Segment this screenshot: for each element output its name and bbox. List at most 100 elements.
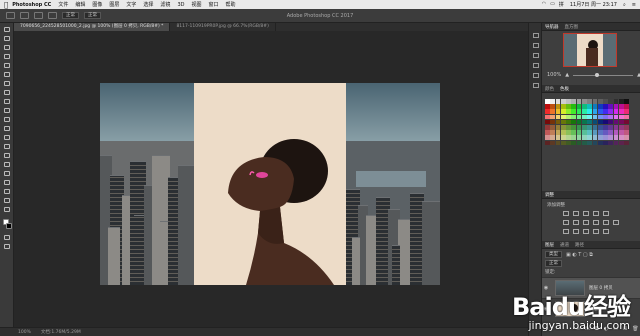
healing-tool-icon[interactable] bbox=[4, 81, 10, 86]
info-panel-icon[interactable] bbox=[533, 83, 539, 88]
swatch-chip[interactable] bbox=[592, 130, 598, 135]
swatch-chip[interactable] bbox=[545, 109, 550, 114]
swatch-chip[interactable] bbox=[608, 130, 614, 135]
swatch-chip[interactable] bbox=[613, 135, 619, 140]
swatch-chip[interactable] bbox=[613, 109, 619, 114]
swatch-chip[interactable] bbox=[550, 119, 555, 125]
swatch-chip[interactable] bbox=[613, 99, 619, 104]
swatch-chip[interactable] bbox=[608, 140, 614, 146]
shape-tool-icon[interactable] bbox=[4, 180, 10, 185]
menu-3d[interactable]: 3D bbox=[177, 2, 184, 8]
gradient-tool-icon[interactable] bbox=[4, 126, 10, 131]
swatch-chip[interactable] bbox=[624, 135, 629, 140]
app-menu[interactable]: Photoshop CC bbox=[12, 2, 51, 8]
swatch-chip[interactable] bbox=[576, 119, 582, 125]
swatch-chip[interactable] bbox=[619, 140, 624, 146]
tab-navigator[interactable]: 导航器 bbox=[545, 24, 559, 30]
swatch-chip[interactable] bbox=[566, 135, 571, 140]
swatch-chip[interactable] bbox=[587, 104, 592, 109]
brush-tool-icon[interactable] bbox=[4, 90, 10, 95]
swatch-chip[interactable] bbox=[603, 104, 608, 109]
swatch-chip[interactable] bbox=[566, 119, 571, 125]
swatch-chip[interactable] bbox=[576, 114, 582, 120]
battery-icon[interactable]: ▭ bbox=[550, 1, 555, 8]
swatch-chip[interactable] bbox=[566, 99, 571, 104]
swatch-chip[interactable] bbox=[587, 140, 592, 146]
swatch-chip[interactable] bbox=[571, 114, 577, 120]
menu-image[interactable]: 图像 bbox=[92, 1, 102, 8]
curves-icon[interactable] bbox=[583, 211, 589, 216]
swatch-chip[interactable] bbox=[597, 109, 603, 114]
swatch-chip[interactable] bbox=[582, 135, 587, 140]
swatch-chip[interactable] bbox=[571, 124, 577, 130]
swatch-chip[interactable] bbox=[597, 124, 603, 130]
swatch-chip[interactable] bbox=[624, 109, 629, 114]
vibrance-icon[interactable] bbox=[603, 211, 609, 216]
swatch-chip[interactable] bbox=[608, 119, 614, 125]
zoom-slider[interactable] bbox=[573, 72, 634, 77]
input-method-icon[interactable]: 拼 bbox=[559, 1, 564, 8]
stamp-tool-icon[interactable] bbox=[4, 99, 10, 104]
swatch-chip[interactable] bbox=[613, 124, 619, 130]
swatch-chip[interactable] bbox=[555, 130, 561, 135]
menu-window[interactable]: 窗口 bbox=[208, 1, 218, 8]
swatch-chip[interactable] bbox=[550, 109, 555, 114]
subtract-selection-icon[interactable] bbox=[48, 12, 57, 19]
navigator-thumbnail[interactable] bbox=[563, 33, 617, 67]
swatch-chip[interactable] bbox=[545, 140, 550, 146]
swatch-chip[interactable] bbox=[555, 124, 561, 130]
swatch-chip[interactable] bbox=[619, 99, 624, 104]
canvas-area[interactable] bbox=[14, 31, 528, 327]
delete-layer-icon[interactable]: 🗑 bbox=[632, 326, 638, 332]
swatch-chip[interactable] bbox=[613, 114, 619, 120]
swatch-chip[interactable] bbox=[624, 99, 629, 104]
menu-filter[interactable]: 滤镜 bbox=[160, 1, 170, 8]
swatch-chip[interactable] bbox=[555, 114, 561, 120]
swatch-chip[interactable] bbox=[555, 140, 561, 146]
swatch-chip[interactable] bbox=[560, 124, 566, 130]
swatch-chip[interactable] bbox=[624, 124, 629, 130]
tab-swatches[interactable]: 色板 bbox=[560, 86, 569, 92]
swatch-chip[interactable] bbox=[582, 119, 587, 125]
history-panel-icon[interactable] bbox=[533, 33, 539, 38]
swatch-chip[interactable] bbox=[624, 140, 629, 146]
swatch-chip[interactable] bbox=[560, 119, 566, 125]
swatch-chip[interactable] bbox=[571, 119, 577, 125]
quick-mask-icon[interactable] bbox=[4, 235, 10, 240]
swatch-chip[interactable] bbox=[555, 99, 561, 104]
gradient-map-icon[interactable] bbox=[593, 229, 599, 234]
swatch-chip[interactable] bbox=[619, 124, 624, 130]
swatch-chip[interactable] bbox=[587, 99, 592, 104]
swatch-chip[interactable] bbox=[603, 135, 608, 140]
swatch-chip[interactable] bbox=[545, 99, 550, 104]
swatch-chip[interactable] bbox=[555, 104, 561, 109]
status-icons[interactable]: ◠ ▭ 拼 bbox=[542, 1, 564, 8]
swatch-chip[interactable] bbox=[576, 135, 582, 140]
wifi-icon[interactable]: ◠ bbox=[542, 1, 546, 8]
lasso-tool-icon[interactable] bbox=[4, 45, 10, 50]
swatch-chip[interactable] bbox=[619, 104, 624, 109]
swatch-chip[interactable] bbox=[550, 114, 555, 120]
mode-select[interactable]: 正常 bbox=[62, 12, 79, 19]
swatch-chip[interactable] bbox=[550, 124, 555, 130]
selective-color-icon[interactable] bbox=[603, 229, 609, 234]
layer-name[interactable]: 图层 0 拷贝 bbox=[589, 285, 613, 291]
swatch-chip[interactable] bbox=[619, 135, 624, 140]
menu-type[interactable]: 文字 bbox=[126, 1, 136, 8]
swatch-chip[interactable] bbox=[587, 119, 592, 125]
swatch-chip[interactable] bbox=[603, 99, 608, 104]
tab-color[interactable]: 颜色 bbox=[545, 86, 554, 92]
swatch-chip[interactable] bbox=[545, 135, 550, 140]
swatch-chip[interactable] bbox=[550, 130, 555, 135]
brightness-icon[interactable] bbox=[563, 211, 569, 216]
clock[interactable]: 11月7日 周一 23:17 bbox=[570, 1, 617, 8]
tab-paths[interactable]: 路径 bbox=[575, 242, 584, 248]
quick-select-tool-icon[interactable] bbox=[4, 54, 10, 59]
swatch-chip[interactable] bbox=[566, 104, 571, 109]
menu-help[interactable]: 帮助 bbox=[226, 1, 236, 8]
swatch-chip[interactable] bbox=[597, 140, 603, 146]
blend-mode-select[interactable]: 正常 bbox=[545, 260, 562, 267]
visibility-eye-icon[interactable]: ◉ bbox=[542, 285, 550, 291]
tab-layers[interactable]: 图层 bbox=[545, 242, 554, 248]
swatch-chip[interactable] bbox=[555, 119, 561, 125]
